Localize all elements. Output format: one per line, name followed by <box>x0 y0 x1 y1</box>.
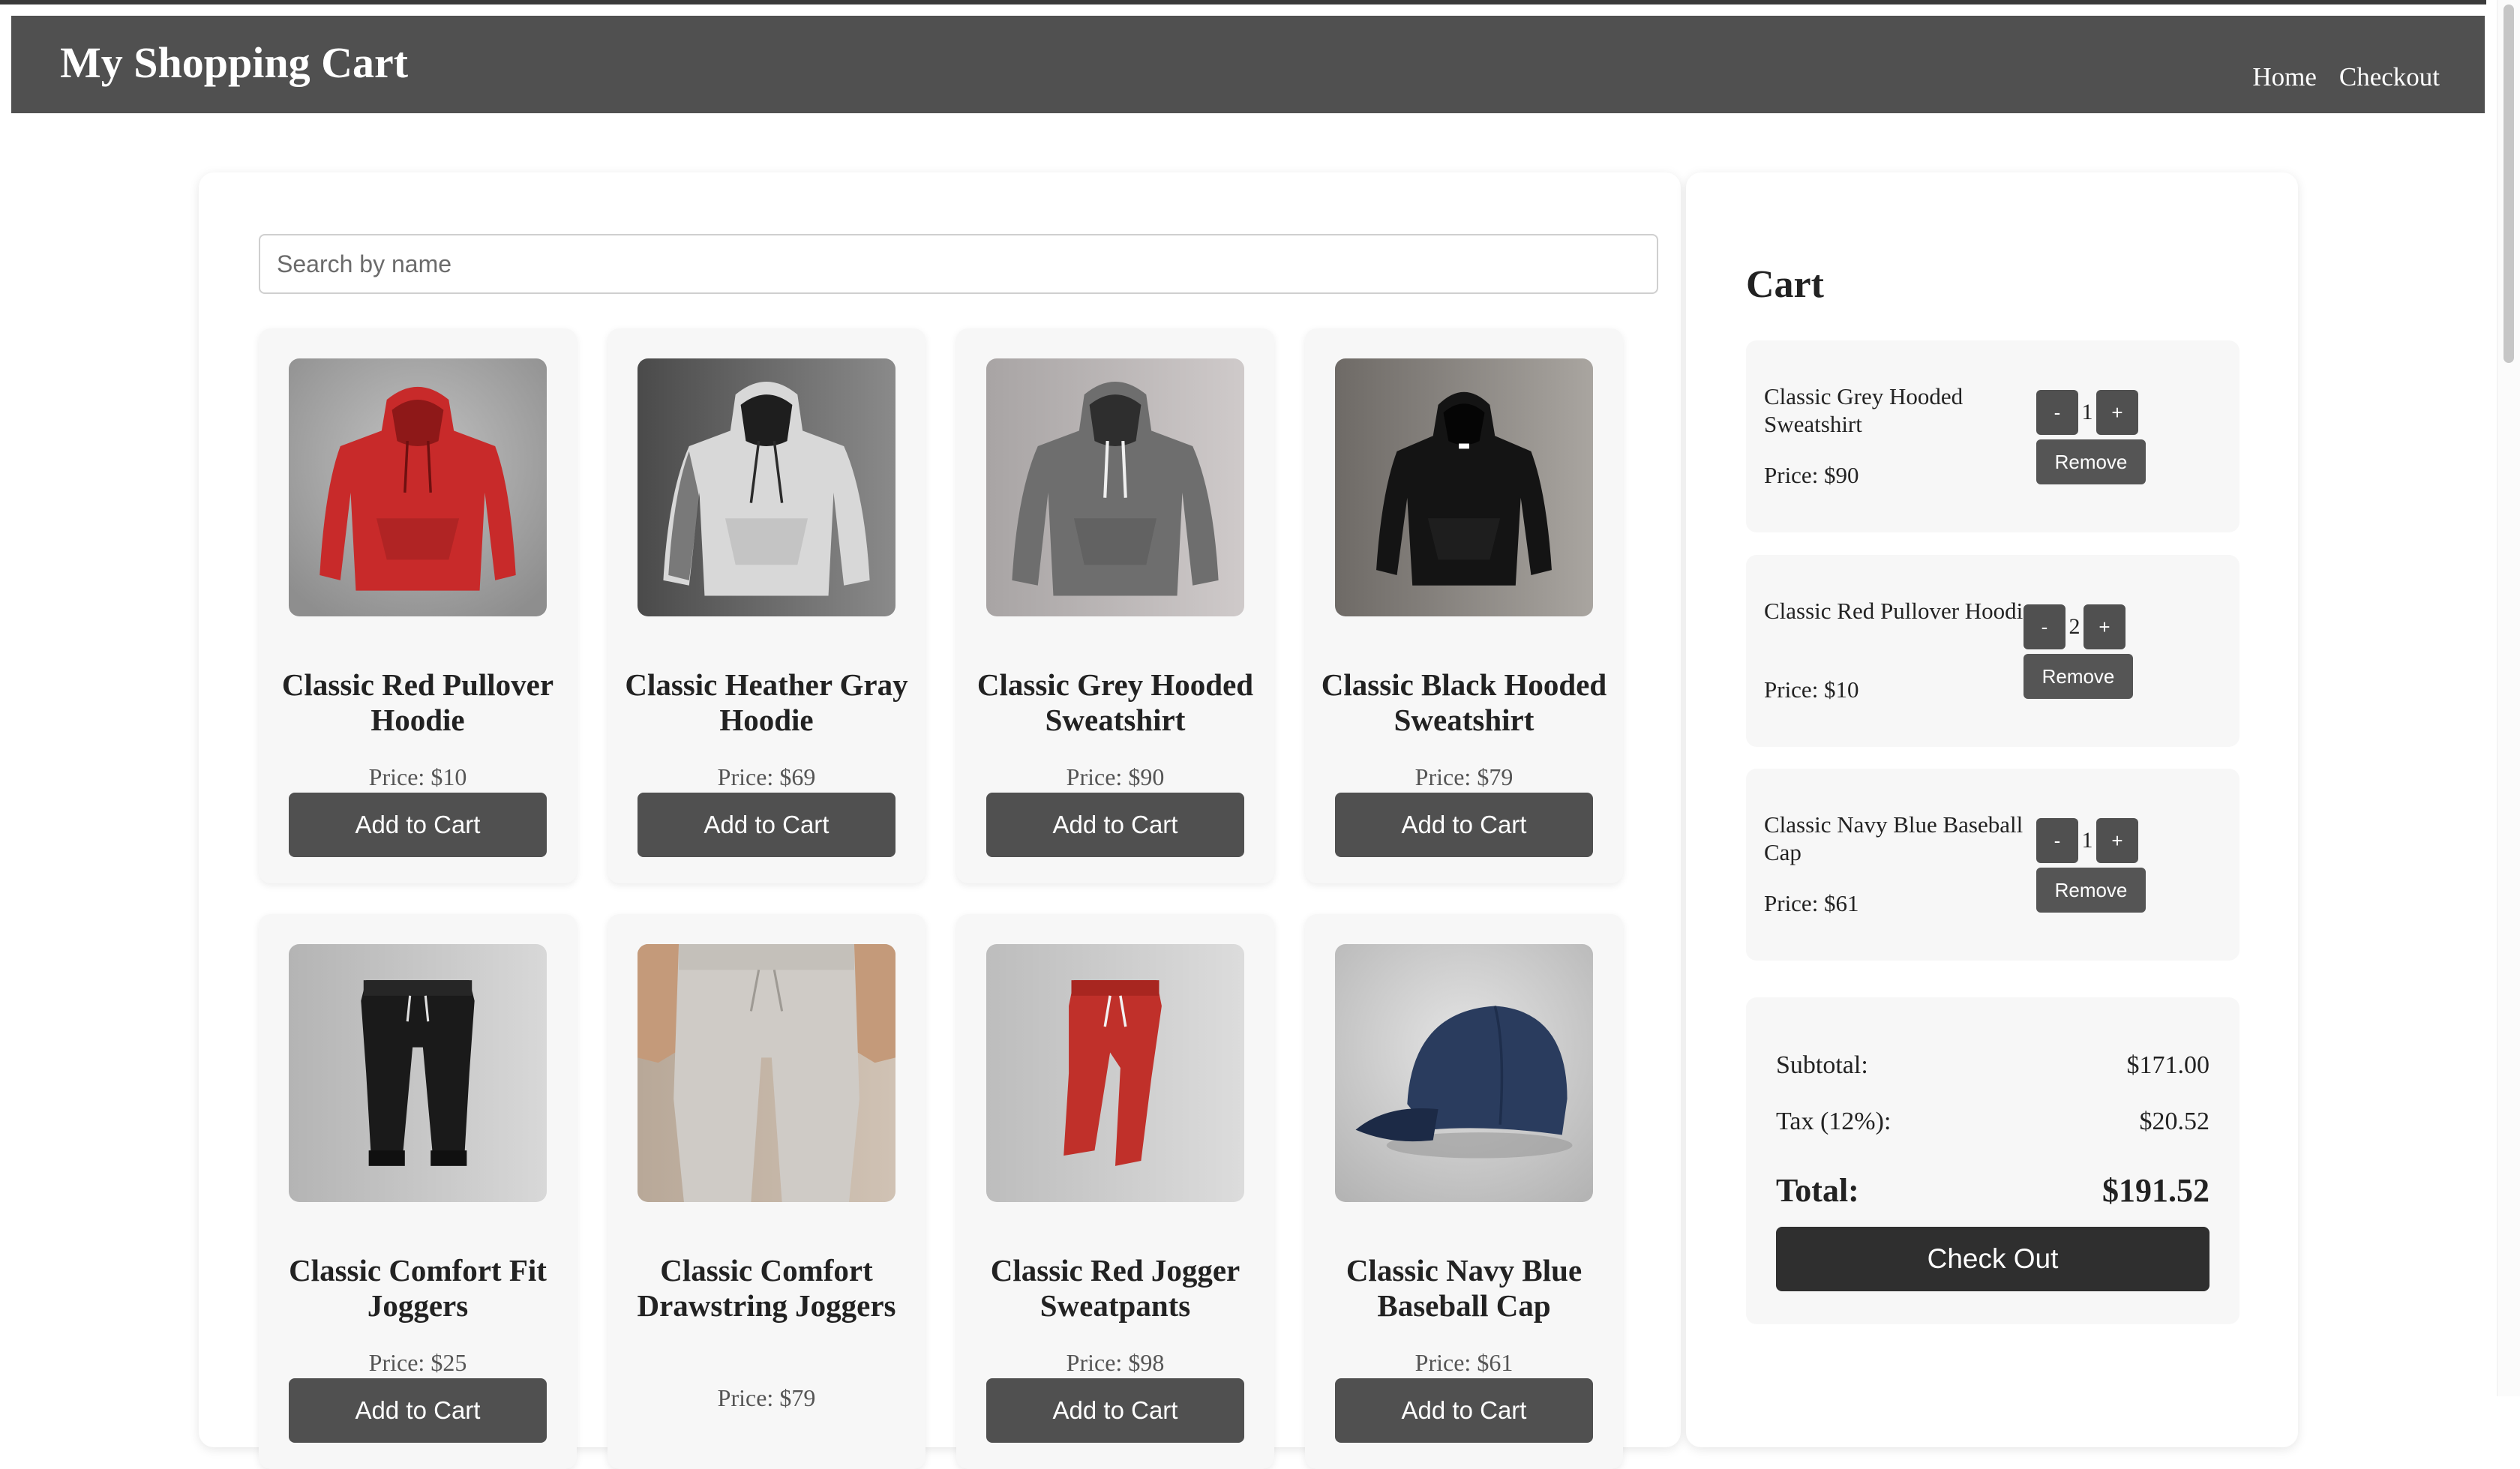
total-label: Total: <box>1776 1172 1859 1209</box>
product-name: Classic Heather Gray Hoodie <box>625 667 908 737</box>
product-price: Price: $69 <box>717 763 816 790</box>
top-nav: Home Checkout <box>2252 62 2440 92</box>
remove-item-button[interactable]: Remove <box>2024 654 2133 699</box>
decrease-quantity-button[interactable]: - <box>2024 604 2066 649</box>
product-name: Classic Grey Hooded Sweatshirt <box>976 667 1254 737</box>
subtotal-row: Subtotal: $171.00 <box>1776 1051 2210 1080</box>
nav-checkout-link[interactable]: Checkout <box>2339 62 2440 92</box>
cart-item-price: Price: $90 <box>1764 462 1859 488</box>
add-to-cart-button[interactable]: Add to Cart <box>289 793 547 857</box>
product-image-navy-cap[interactable] <box>1335 944 1593 1202</box>
product-image-red-hoodie[interactable] <box>289 358 547 616</box>
product-name: Classic Comfort Drawstring Joggers <box>637 1253 896 1323</box>
increase-quantity-button[interactable]: + <box>2096 390 2138 435</box>
tax-label: Tax (12%): <box>1776 1108 1892 1135</box>
product-price: Price: $61 <box>1414 1349 1514 1376</box>
product-name: Classic Red Jogger Sweatpants <box>990 1253 1240 1323</box>
nav-home-link[interactable]: Home <box>2252 62 2317 92</box>
add-to-cart-button[interactable]: Add to Cart <box>986 793 1244 857</box>
product-card: Classic Grey Hooded Sweatshirt Price: $9… <box>956 328 1274 883</box>
add-to-cart-button[interactable]: Add to Cart <box>638 793 896 857</box>
cart-item-price: Price: $61 <box>1764 890 1859 916</box>
product-card: Classic Black Hooded Sweatshirt Price: $… <box>1305 328 1623 883</box>
add-to-cart-button[interactable]: Add to Cart <box>1335 793 1593 857</box>
page-title: My Shopping Cart <box>60 38 409 87</box>
increase-quantity-button[interactable]: + <box>2084 604 2126 649</box>
decrease-quantity-button[interactable]: - <box>2036 390 2078 435</box>
cart-item: Classic Red Pullover Hoodie Price: $10 -… <box>1746 555 2240 747</box>
remove-item-button[interactable]: Remove <box>2036 868 2146 913</box>
product-price: Price: $90 <box>1066 763 1165 790</box>
products-panel: Classic Red Pullover Hoodie Price: $10 A… <box>199 172 1681 1469</box>
quantity-value[interactable]: 1 <box>2078 390 2096 435</box>
search-input[interactable] <box>259 234 1658 294</box>
subtotal-label: Subtotal: <box>1776 1051 1868 1079</box>
product-grid: Classic Red Pullover Hoodie Price: $10 A… <box>259 328 1684 1469</box>
quantity-value[interactable]: 2 <box>2066 604 2084 649</box>
quantity-value[interactable]: 1 <box>2078 818 2096 863</box>
product-price: Price: $25 <box>368 1349 467 1376</box>
scrollbar-thumb[interactable] <box>2504 4 2514 363</box>
product-image-black-joggers[interactable] <box>289 944 547 1202</box>
subtotal-value: $171.00 <box>2126 1051 2210 1079</box>
total-value: $191.52 <box>2102 1172 2210 1209</box>
product-image-black-hoodie[interactable] <box>1335 358 1593 616</box>
tax-row: Tax (12%): $20.52 <box>1776 1108 2210 1136</box>
window-top-border <box>0 0 2486 4</box>
cart-panel: Cart Classic Grey Hooded Sweatshirt Pric… <box>1686 172 2298 1447</box>
product-card: Classic Red Jogger Sweatpants Price: $98… <box>956 914 1274 1469</box>
product-price: Price: $79 <box>717 1384 816 1411</box>
remove-item-button[interactable]: Remove <box>2036 439 2146 484</box>
add-to-cart-button[interactable]: Add to Cart <box>986 1378 1244 1443</box>
quantity-stepper: - 1 + Remove <box>2036 390 2156 487</box>
product-name: Classic Red Pullover Hoodie <box>281 667 554 737</box>
add-to-cart-button[interactable]: Add to Cart <box>1335 1378 1593 1443</box>
cart-item-price: Price: $10 <box>1764 676 1859 703</box>
quantity-stepper: - 1 + Remove <box>2036 818 2156 916</box>
product-name: Classic Navy Blue Baseball Cap <box>1346 1253 1582 1323</box>
total-row: Total: $191.52 <box>1776 1171 2210 1210</box>
cart-item-name: Classic Red Pullover Hoodie <box>1764 598 2034 624</box>
add-to-cart-button[interactable]: Add to Cart <box>289 1378 547 1443</box>
product-card: Classic Red Pullover Hoodie Price: $10 A… <box>259 328 577 883</box>
app-header: My Shopping Cart Home Checkout <box>11 16 2485 113</box>
cart-item-name: Classic Navy Blue Baseball Cap <box>1764 811 2024 865</box>
cart-item-name: Classic Grey Hooded Sweatshirt <box>1764 383 1964 437</box>
quantity-stepper: - 2 + Remove <box>2024 604 2144 702</box>
order-summary: Subtotal: $171.00 Tax (12%): $20.52 Tota… <box>1746 997 2240 1324</box>
page-scrollbar[interactable] <box>2497 0 2520 1396</box>
product-price: Price: $10 <box>368 763 467 790</box>
product-card: Classic Heather Gray Hoodie Price: $69 A… <box>608 328 926 883</box>
product-image-beige-joggers[interactable] <box>638 944 896 1202</box>
product-price: Price: $79 <box>1414 763 1514 790</box>
product-name: Classic Comfort Fit Joggers <box>289 1253 547 1323</box>
product-card: Classic Comfort Fit Joggers Price: $25 A… <box>259 914 577 1469</box>
product-name: Classic Black Hooded Sweatshirt <box>1321 667 1607 737</box>
cart-title: Cart <box>1746 263 1824 306</box>
product-image-red-joggers[interactable] <box>986 944 1244 1202</box>
product-image-grey-hoodie[interactable] <box>986 358 1244 616</box>
product-card: Classic Navy Blue Baseball Cap Price: $6… <box>1305 914 1623 1469</box>
product-image-heather-gray-hoodie[interactable] <box>638 358 896 616</box>
decrease-quantity-button[interactable]: - <box>2036 818 2078 863</box>
product-price: Price: $98 <box>1066 1349 1165 1376</box>
cart-item: Classic Grey Hooded Sweatshirt Price: $9… <box>1746 340 2240 532</box>
check-out-button[interactable]: Check Out <box>1776 1227 2210 1291</box>
increase-quantity-button[interactable]: + <box>2096 818 2138 863</box>
cart-item: Classic Navy Blue Baseball Cap Price: $6… <box>1746 769 2240 961</box>
product-card: Classic Comfort Drawstring Joggers Price… <box>608 914 926 1469</box>
tax-value: $20.52 <box>2139 1108 2210 1135</box>
